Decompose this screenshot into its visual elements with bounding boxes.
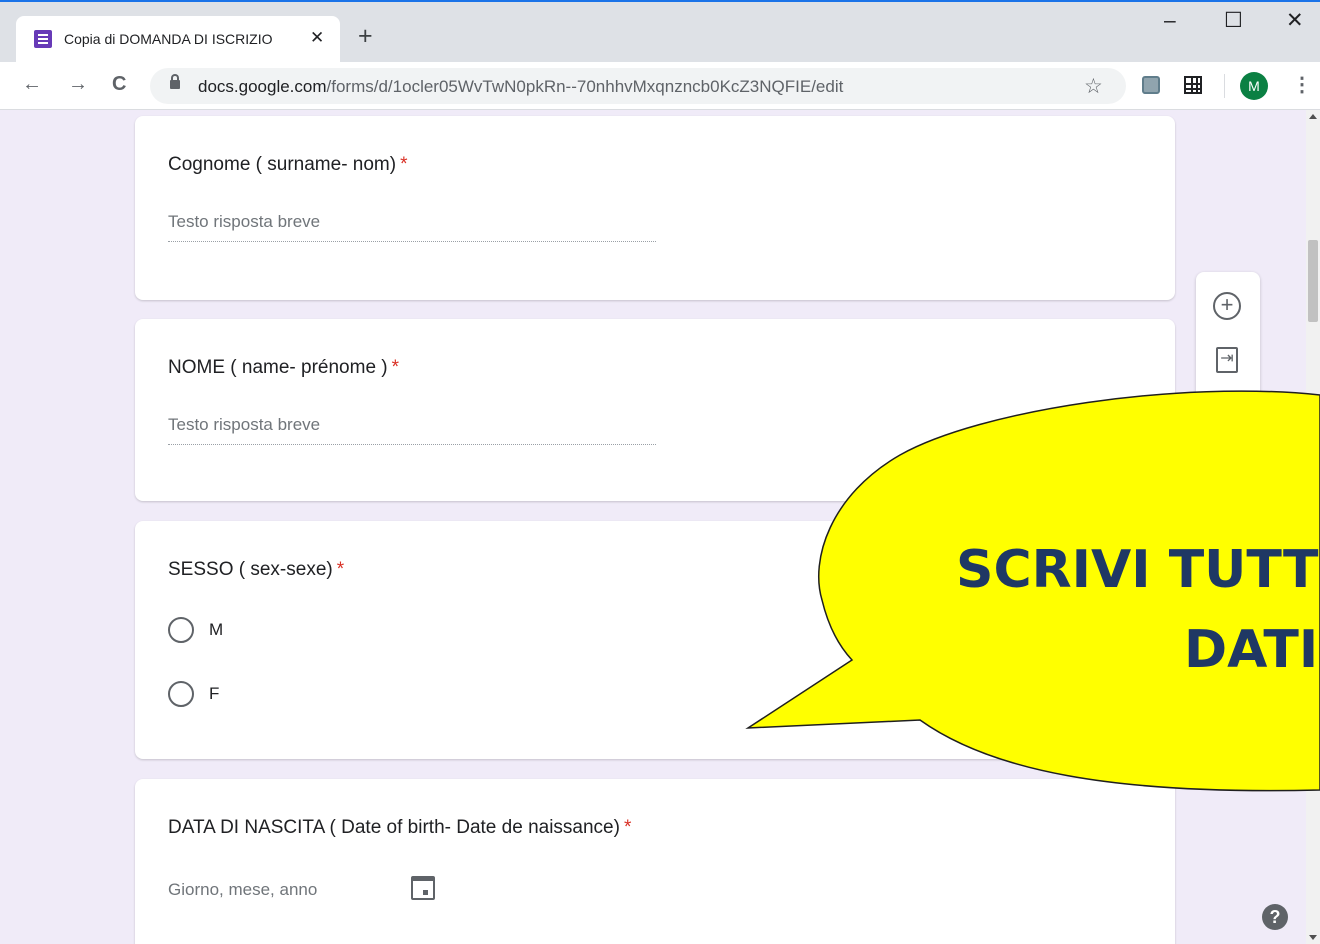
reload-button[interactable]: C [112, 74, 126, 94]
question-card-birthdate[interactable]: DATA DI NASCITA ( Date of birth- Date de… [135, 779, 1175, 944]
minimize-button[interactable]: – [1164, 10, 1176, 31]
add-question-icon[interactable]: + [1213, 292, 1241, 320]
callout-text-line2: DATI [1184, 620, 1319, 680]
required-asterisk: * [336, 559, 345, 580]
radio-button-icon[interactable] [168, 617, 194, 643]
question-title: NOME ( name- prénome ) * [168, 357, 399, 379]
short-answer-field[interactable]: Testo risposta breve [168, 415, 656, 445]
question-card-surname[interactable]: Cognome ( surname- nom) * Testo risposta … [135, 116, 1175, 300]
required-asterisk: * [623, 817, 632, 838]
url-path: /forms/d/1ocler05WvTwN0pkRn--70nhhvMxqnz… [326, 77, 844, 96]
form-editor-page: Cognome ( surname- nom) * Testo risposta … [0, 110, 1306, 944]
scroll-down-arrow-icon[interactable] [1309, 935, 1317, 940]
new-tab-button[interactable]: + [358, 24, 373, 49]
floating-question-toolbar: + ⇥ [1196, 272, 1260, 422]
apps-grid-icon[interactable] [1184, 76, 1202, 94]
tab-strip: Copia di DOMANDA DI ISCRIZIO ✕ + – ☐ ✕ [0, 0, 1320, 64]
browser-toolbar: ← → C docs.google.com/forms/d/1ocler05Wv… [0, 62, 1320, 110]
back-button[interactable]: ← [22, 74, 42, 94]
close-window-button[interactable]: ✕ [1286, 10, 1304, 31]
radio-button-icon[interactable] [168, 681, 194, 707]
maximize-button[interactable]: ☐ [1224, 10, 1243, 31]
question-title: Cognome ( surname- nom) * [168, 154, 408, 176]
required-asterisk: * [400, 154, 408, 175]
import-questions-icon[interactable]: ⇥ [1216, 347, 1238, 373]
profile-avatar[interactable]: M [1240, 72, 1268, 100]
address-bar[interactable]: docs.google.com/forms/d/1ocler05WvTwN0pk… [150, 68, 1126, 104]
question-title-text: SESSO ( sex-sexe) [168, 559, 333, 580]
radio-label: M [209, 620, 224, 639]
radio-label: F [209, 684, 220, 703]
calendar-icon[interactable] [411, 876, 435, 900]
lock-icon [170, 74, 180, 89]
tab-title: Copia di DOMANDA DI ISCRIZIO [64, 31, 273, 47]
short-answer-field[interactable]: Testo risposta breve [168, 212, 656, 242]
forms-favicon-icon [34, 30, 52, 48]
scroll-thumb[interactable] [1308, 240, 1318, 322]
question-title: DATA DI NASCITA ( Date of birth- Date de… [168, 817, 631, 839]
bookmark-star-icon[interactable]: ☆ [1084, 74, 1103, 99]
tab-close-icon[interactable]: ✕ [310, 28, 324, 48]
forward-button[interactable]: → [68, 74, 88, 94]
short-answer-placeholder: Testo risposta breve [168, 212, 321, 231]
required-asterisk: * [391, 357, 400, 378]
help-icon[interactable]: ? [1262, 904, 1288, 930]
browser-menu-icon[interactable]: ⋮ [1292, 72, 1312, 97]
question-card-name[interactable]: NOME ( name- prénome ) * Testo risposta b… [135, 319, 1175, 501]
question-title: SESSO ( sex-sexe) * [168, 559, 344, 581]
toolbar-divider [1224, 74, 1225, 98]
question-title-text: Cognome ( surname- nom) [168, 154, 397, 175]
scroll-up-arrow-icon[interactable] [1309, 114, 1317, 119]
extension-icon[interactable] [1142, 76, 1160, 94]
page-scrollbar[interactable] [1306, 110, 1320, 944]
url-host: docs.google.com [198, 77, 327, 96]
question-title-text: DATA DI NASCITA ( Date of birth- Date de… [168, 817, 620, 838]
browser-tab[interactable]: Copia di DOMANDA DI ISCRIZIO ✕ [16, 16, 340, 64]
date-placeholder: Giorno, mese, anno [168, 880, 318, 899]
question-title-text: NOME ( name- prénome ) [168, 357, 388, 378]
short-answer-placeholder: Testo risposta breve [168, 415, 321, 434]
url-text: docs.google.com/forms/d/1ocler05WvTwN0pk… [198, 77, 843, 97]
callout-text-line1: SCRIVI TUTT [956, 540, 1319, 600]
